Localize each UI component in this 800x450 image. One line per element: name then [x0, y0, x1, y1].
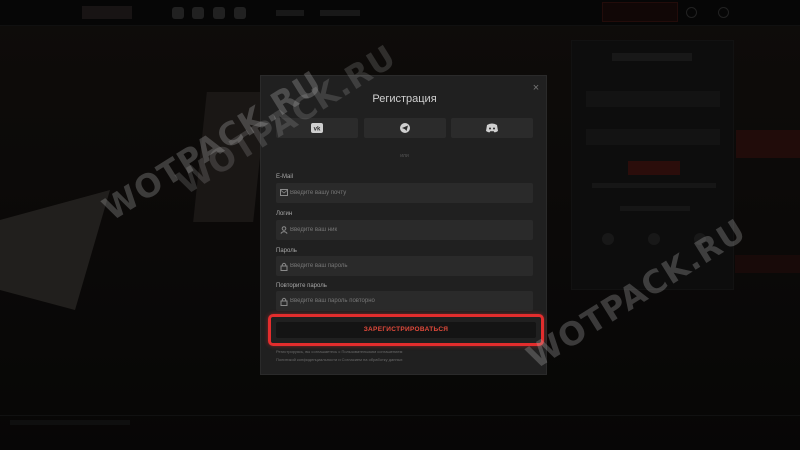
- terms-text: Регистрируясь, вы соглашаетесь с Пользов…: [276, 348, 534, 364]
- terms-line[interactable]: Регистрируясь, вы соглашаетесь с Пользов…: [276, 348, 534, 356]
- repeat-password-field-wrapper[interactable]: [276, 291, 533, 311]
- lock-icon: [280, 297, 288, 306]
- login-field-wrapper[interactable]: [276, 220, 533, 240]
- login-label: Логин: [276, 211, 293, 217]
- telegram-icon: [400, 123, 410, 133]
- mail-icon: [280, 189, 288, 196]
- vk-login-button[interactable]: vk: [276, 118, 358, 138]
- user-icon: [280, 226, 288, 234]
- password-field-wrapper[interactable]: [276, 256, 533, 276]
- register-button[interactable]: ЗАРЕГИСТРИРОВАТЬСЯ: [276, 322, 536, 338]
- lock-icon: [280, 262, 288, 271]
- email-label: E-Mail: [276, 174, 294, 180]
- repeat-password-label: Повторите пароль: [276, 283, 327, 289]
- registration-modal: Регистрация × vk или E-Mail Введите вашу…: [260, 75, 547, 375]
- telegram-login-button[interactable]: [364, 118, 446, 138]
- email-field[interactable]: [290, 183, 528, 203]
- discord-icon: [486, 123, 498, 133]
- vk-icon: vk: [311, 123, 323, 133]
- terms-line[interactable]: Политикой конфиденциальности и Согласием…: [276, 356, 534, 364]
- or-divider: или: [400, 153, 409, 159]
- repeat-password-field[interactable]: [290, 291, 528, 311]
- submit-highlight: ЗАРЕГИСТРИРОВАТЬСЯ: [268, 314, 544, 346]
- password-field[interactable]: [290, 256, 528, 276]
- modal-title: Регистрация: [372, 93, 437, 105]
- svg-text:vk: vk: [314, 127, 321, 133]
- email-field-wrapper[interactable]: [276, 183, 533, 203]
- close-button[interactable]: ×: [529, 81, 543, 95]
- login-field[interactable]: [290, 220, 528, 240]
- discord-login-button[interactable]: [451, 118, 533, 138]
- password-label: Пароль: [276, 248, 297, 254]
- screen: Регистрация × vk или E-Mail Введите вашу…: [0, 0, 800, 450]
